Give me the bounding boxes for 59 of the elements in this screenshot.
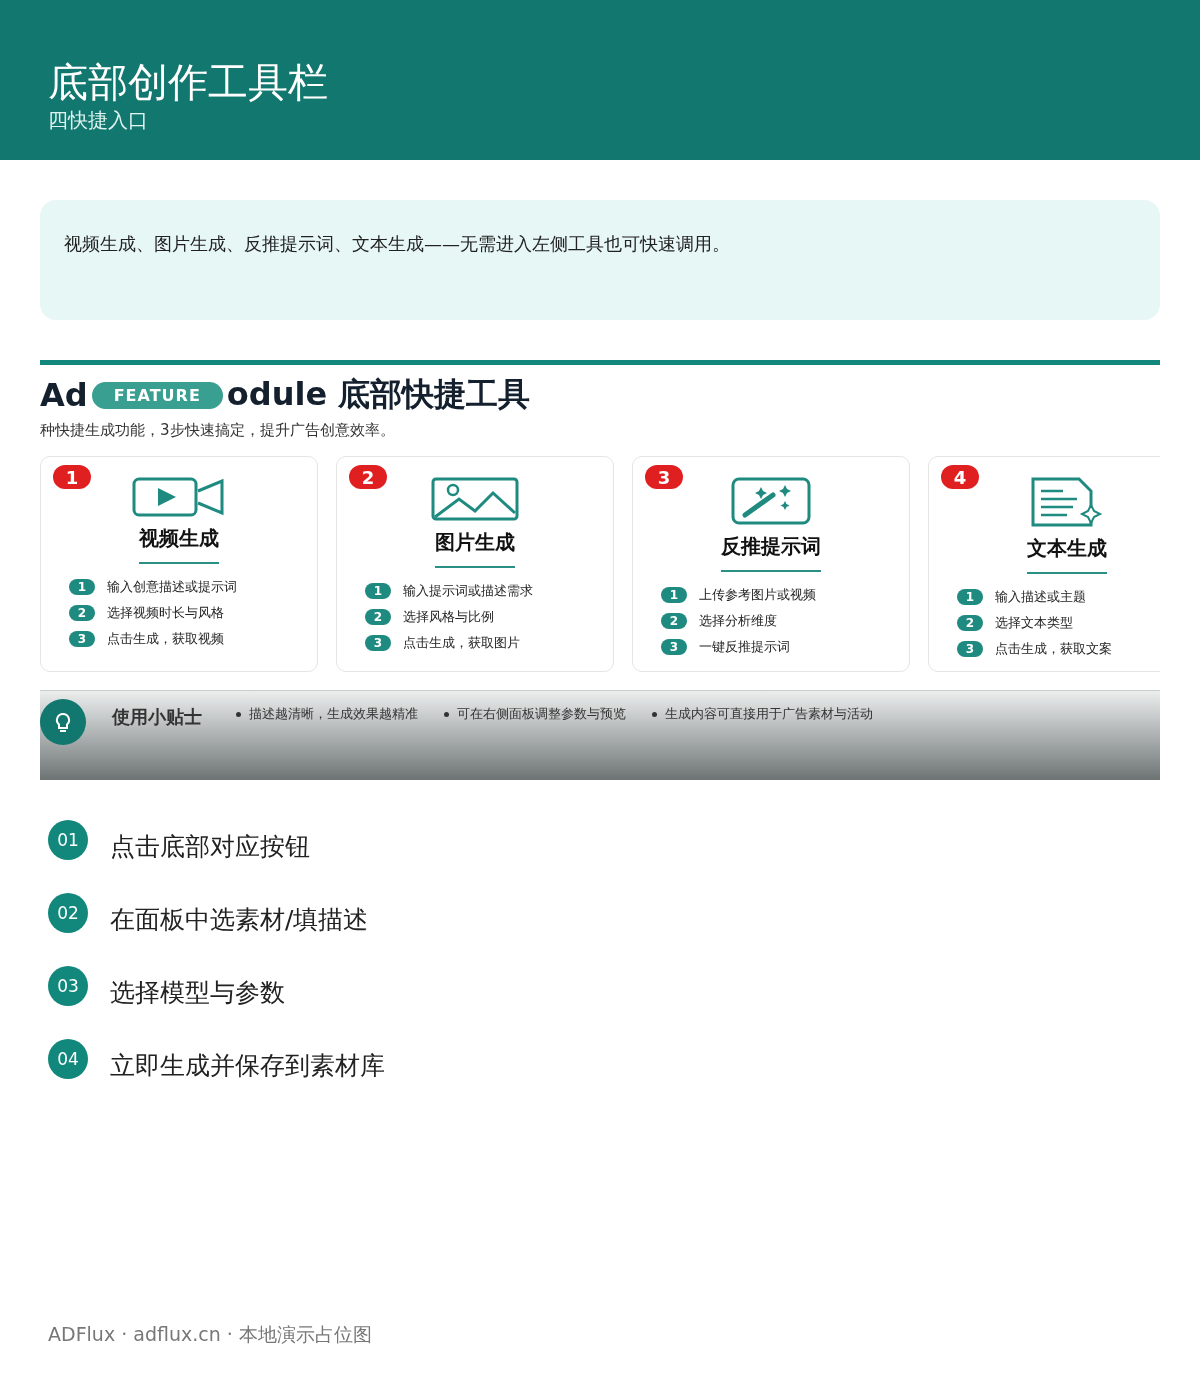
step-text: 选择模型与参数 [110,977,285,1009]
step-text: 点击生成，获取视频 [107,630,224,648]
step-text: 立即生成并保存到素材库 [110,1050,385,1082]
bullet-icon [236,712,241,717]
step-number: 01 [48,820,88,860]
card-number: 1 [53,465,91,489]
tip-text: 生成内容可直接用于广告素材与活动 [665,705,873,723]
image-icon [431,477,519,521]
lightbulb-icon [40,699,86,745]
card-number: 3 [645,465,683,489]
step-number: 2 [661,613,687,629]
step-text: 选择分析维度 [699,612,777,630]
footer-text: ADFlux · adflux.cn · 本地演示占位图 [48,1322,372,1347]
bullet-icon [652,712,657,717]
step-number: 2 [957,615,983,631]
step-text: 选择文本类型 [995,614,1073,632]
step-number: 1 [365,583,391,599]
step-number: 3 [69,631,95,647]
feature-title: Ad [40,376,88,414]
step-number: 3 [365,635,391,651]
step-number: 3 [661,639,687,655]
step-number: 04 [48,1039,88,1079]
video-camera-icon [132,477,226,517]
feature-badge: FEATURE [91,381,223,409]
step-text: 点击生成，获取图片 [403,634,520,652]
card-number: 4 [941,465,979,489]
step-number: 03 [48,966,88,1006]
card-number: 2 [349,465,387,489]
step-text: 上传参考图片或视频 [699,586,816,604]
tip-text: 描述越清晰，生成效果越精准 [249,705,418,723]
tip-text: 可在右侧面板调整参数与预览 [457,705,626,723]
card-title: 反推提示词 [721,533,821,572]
step-text: 在面板中选素材/填描述 [110,904,369,936]
tips-label: 使用小贴士 [112,705,202,729]
card-title: 文本生成 [1027,535,1107,574]
step-number: 2 [365,609,391,625]
step-number: 1 [957,589,983,605]
intro-callout: 视频生成、图片生成、反推提示词、文本生成——无需进入左侧工具也可快速调用。 [40,200,1160,320]
step-text: 输入创意描述或提示词 [107,578,237,596]
magic-wand-icon [731,477,811,525]
bullet-icon [444,712,449,717]
page-title: 底部创作工具栏 [48,58,329,106]
step-number: 3 [957,641,983,657]
step-number: 02 [48,893,88,933]
step-text: 选择视频时长与风格 [107,604,224,622]
step-number: 2 [69,605,95,621]
feature-title: odule 底部快捷工具 [226,374,531,415]
step-text: 一键反推提示词 [699,638,790,656]
page-subtitle: 四快捷入口 [48,107,149,134]
step-text: 点击底部对应按钮 [110,831,310,863]
step-text: 点击生成，获取文案 [995,640,1112,658]
feature-subtitle: 种快捷生成功能，3步快速搞定，提升广告创意效率。 [40,421,396,440]
step-number: 1 [661,587,687,603]
step-text: 输入描述或主题 [995,588,1086,606]
step-text: 选择风格与比例 [403,608,494,626]
card-title: 视频生成 [139,525,219,564]
step-text: 输入提示词或描述需求 [403,582,533,600]
card-title: 图片生成 [435,529,515,568]
step-number: 1 [69,579,95,595]
